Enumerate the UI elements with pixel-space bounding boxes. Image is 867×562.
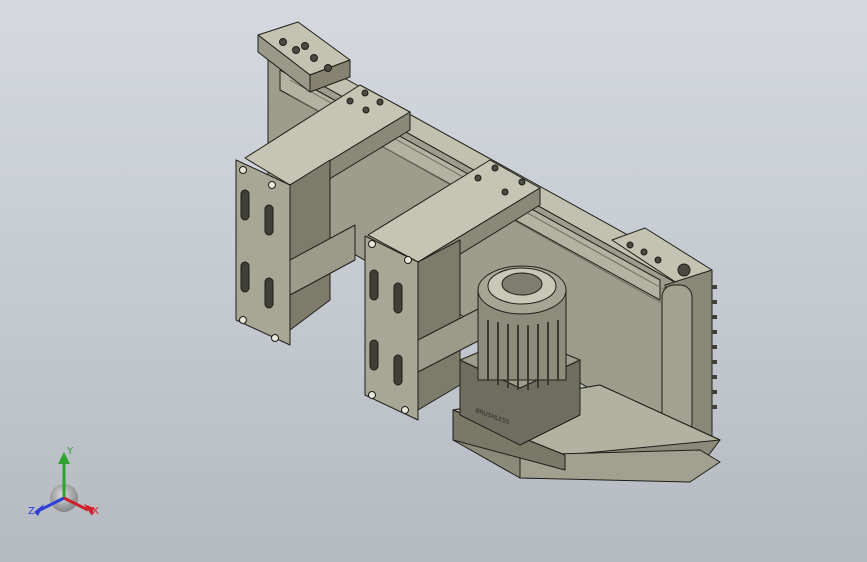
servo-motor: BRUSHLESS — [459, 265, 581, 446]
graphics-viewport[interactable]: BRUSHLESS Y X Z — [0, 0, 867, 562]
x-axis-label: X — [92, 506, 99, 517]
orientation-triad[interactable]: Y X Z — [22, 446, 106, 526]
3d-model-render[interactable]: BRUSHLESS — [0, 0, 867, 562]
y-axis-label: Y — [66, 446, 74, 457]
z-axis-label: Z — [28, 506, 35, 517]
